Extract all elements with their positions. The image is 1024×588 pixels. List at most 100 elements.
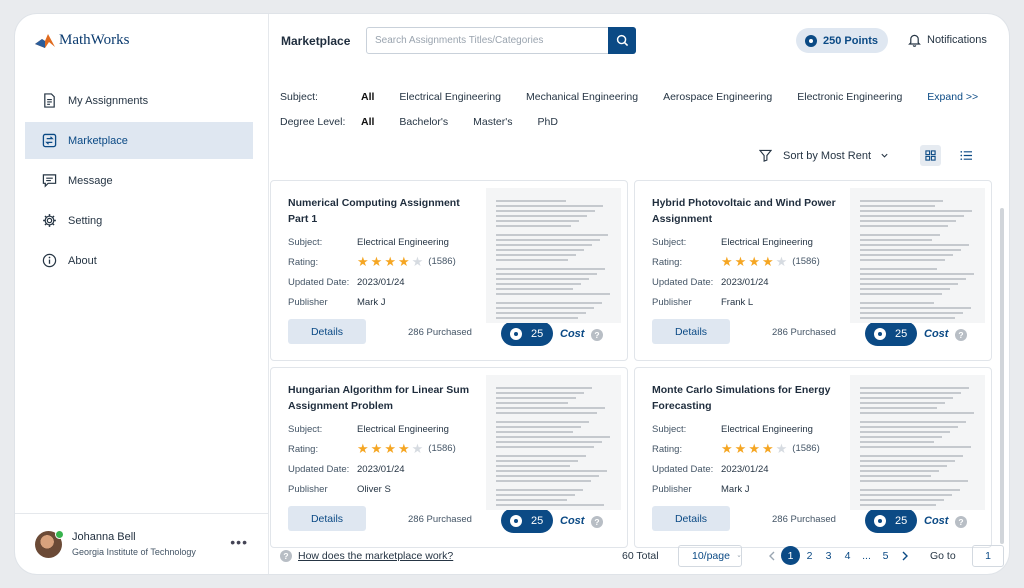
preview-text-line <box>496 234 608 236</box>
subject-chip-all[interactable]: All <box>361 91 374 103</box>
chevron-down-icon <box>737 555 741 557</box>
degree-chip-all[interactable]: All <box>361 116 374 128</box>
assignment-card[interactable]: Hungarian Algorithm for Linear Sum Assig… <box>270 367 628 548</box>
search-bar <box>366 27 636 54</box>
preview-text-line <box>860 489 960 491</box>
subject-chip-mechanical[interactable]: Mechanical Engineering <box>526 91 638 103</box>
gear-icon <box>43 214 56 227</box>
sort-dropdown[interactable]: Sort by Most Rent <box>783 150 871 162</box>
cost-button[interactable]: 25 <box>501 508 553 533</box>
sidebar-item-about[interactable]: About <box>25 242 253 279</box>
page-1-button[interactable]: 1 <box>781 546 800 565</box>
card-title[interactable]: Monte Carlo Simulations for Energy Forec… <box>652 382 837 414</box>
chevron-right-icon <box>902 551 908 560</box>
preview-text-line <box>496 254 576 256</box>
details-button[interactable]: Details <box>652 319 730 344</box>
rating-label: Rating: <box>652 257 683 268</box>
preview-text-line <box>860 307 971 309</box>
sidebar-item-message[interactable]: Message <box>25 162 253 199</box>
list-view-button[interactable] <box>956 145 977 166</box>
help-link-text: How does the marketplace work? <box>298 550 454 562</box>
subject-chip-aerospace[interactable]: Aerospace Engineering <box>663 91 772 103</box>
publisher-value: Mark J <box>357 297 386 308</box>
assignment-card[interactable]: Monte Carlo Simulations for Energy Forec… <box>634 367 992 548</box>
preview-text-line <box>496 402 568 404</box>
card-title[interactable]: Hungarian Algorithm for Linear Sum Assig… <box>288 382 473 414</box>
user-profile[interactable]: Johanna Bell Georgia Institute of Techno… <box>15 513 268 574</box>
help-link[interactable]: ? How does the marketplace work? <box>280 550 453 562</box>
subject-chip-electronic[interactable]: Electronic Engineering <box>797 91 902 103</box>
preview-text-line <box>496 317 578 319</box>
assignment-card[interactable]: Hybrid Photovoltaic and Wind Power Assig… <box>634 180 992 361</box>
preview-text-line <box>860 387 969 389</box>
rating-stars: ★ ★ ★ ★ ★ (1586) <box>357 253 456 269</box>
assignment-preview-thumbnail[interactable] <box>850 375 985 510</box>
degree-chip-phd[interactable]: PhD <box>537 116 557 128</box>
preview-text-line <box>860 455 963 457</box>
mathworks-logo-icon <box>35 33 55 48</box>
page-5-button[interactable]: 5 <box>876 546 895 565</box>
cost-value: 25 <box>895 327 908 340</box>
preview-text-line <box>496 283 581 285</box>
star-empty-icon: ★ <box>411 253 424 269</box>
star-filled-icon: ★ <box>357 253 369 269</box>
degree-chip-bachelors[interactable]: Bachelor's <box>399 116 448 128</box>
search-button[interactable] <box>608 27 636 54</box>
filter-icon[interactable] <box>759 149 772 162</box>
assignment-preview-thumbnail[interactable] <box>486 188 621 323</box>
cost-label: Cost <box>924 515 949 527</box>
prev-page-button[interactable] <box>762 546 781 565</box>
page-4-button[interactable]: 4 <box>838 546 857 565</box>
question-icon[interactable]: ? <box>591 329 603 341</box>
sidebar-item-setting[interactable]: Setting <box>25 202 253 239</box>
card-title[interactable]: Hybrid Photovoltaic and Wind Power Assig… <box>652 195 837 227</box>
card-title[interactable]: Numerical Computing Assignment Part 1 <box>288 195 473 227</box>
star-filled-icon: ★ <box>748 440 760 456</box>
page-2-button[interactable]: 2 <box>800 546 819 565</box>
cost-button[interactable]: 25 <box>865 321 917 346</box>
page-3-button[interactable]: 3 <box>819 546 838 565</box>
degree-chip-masters[interactable]: Master's <box>473 116 512 128</box>
preview-text-line <box>496 455 586 457</box>
preview-text-line <box>860 421 966 423</box>
points-badge[interactable]: 250 Points <box>796 28 889 53</box>
preview-text-line <box>496 205 603 207</box>
cost-button[interactable]: 25 <box>501 321 553 346</box>
expand-link[interactable]: Expand >> <box>927 91 978 103</box>
question-icon[interactable]: ? <box>591 516 603 528</box>
sidebar-item-label: Setting <box>68 214 103 227</box>
assignment-preview-thumbnail[interactable] <box>850 188 985 323</box>
cost-button[interactable]: 25 <box>865 508 917 533</box>
preview-text-line <box>496 465 570 467</box>
grid-view-button[interactable] <box>920 145 942 166</box>
details-button[interactable]: Details <box>652 506 730 531</box>
preview-text-line <box>860 412 974 414</box>
assignment-card[interactable]: Numerical Computing Assignment Part 1 Su… <box>270 180 628 361</box>
more-options-icon[interactable]: ••• <box>230 534 248 550</box>
sidebar-item-marketplace[interactable]: Marketplace <box>25 122 253 159</box>
subject-value: Electrical Engineering <box>721 237 813 248</box>
logo[interactable]: MathWorks <box>35 32 129 49</box>
subject-chip-electrical[interactable]: Electrical Engineering <box>399 91 501 103</box>
scrollbar[interactable] <box>1000 208 1004 544</box>
notifications-button[interactable]: Notifications <box>908 33 987 47</box>
details-button[interactable]: Details <box>288 319 366 344</box>
star-filled-icon: ★ <box>370 253 383 269</box>
preview-text-line <box>496 431 573 433</box>
page-size-select[interactable]: 10/page <box>678 545 742 567</box>
question-icon[interactable]: ? <box>955 329 967 341</box>
next-page-button[interactable] <box>895 546 914 565</box>
search-input[interactable] <box>367 28 608 53</box>
preview-text-line <box>496 426 581 428</box>
notifications-label: Notifications <box>927 34 987 46</box>
assignment-preview-thumbnail[interactable] <box>486 375 621 510</box>
preview-text-line <box>860 475 931 477</box>
sidebar-item-my-assignments[interactable]: My Assignments <box>25 82 253 119</box>
star-empty-icon: ★ <box>775 440 788 456</box>
coin-icon <box>874 327 886 340</box>
details-button[interactable]: Details <box>288 506 366 531</box>
cost-label: Cost <box>924 328 949 340</box>
question-icon[interactable]: ? <box>955 516 967 528</box>
goto-page-input[interactable]: 1 <box>972 545 1004 567</box>
publisher-value: Mark J <box>721 484 750 495</box>
